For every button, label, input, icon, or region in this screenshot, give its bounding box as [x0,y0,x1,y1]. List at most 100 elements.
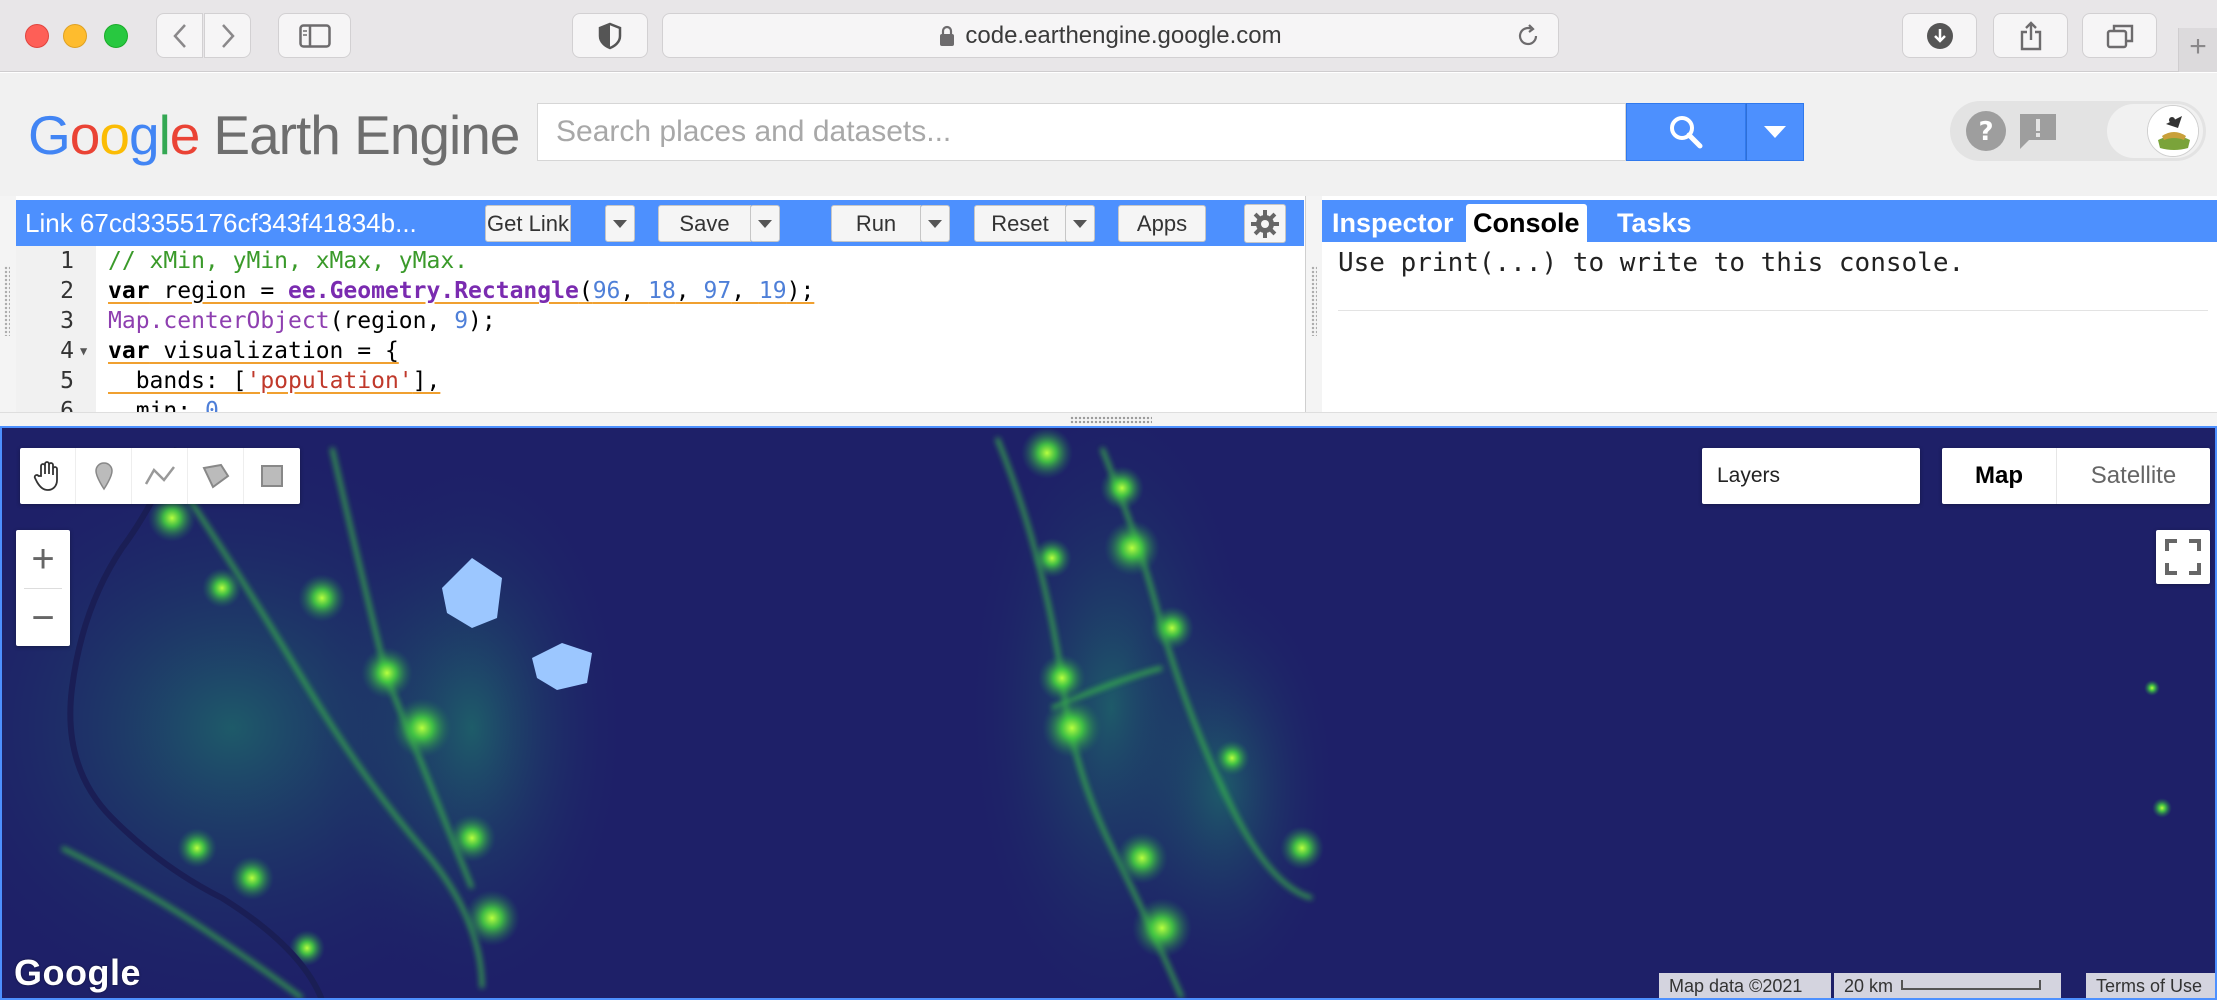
forward-button[interactable] [204,13,251,58]
map-type-control: Map Satellite [1942,448,2210,504]
city-glow [1214,740,1250,776]
city-glow [1104,520,1160,576]
save-dropdown[interactable] [750,205,780,242]
back-button[interactable] [156,13,203,58]
lock-icon [940,25,955,46]
close-window-button[interactable] [25,24,49,48]
tab-tasks[interactable]: Tasks [1610,204,1699,242]
editor-toolbar: Link 67cd3355176cf343f41834b... Get Link… [16,200,1304,246]
search-icon [1670,116,1703,149]
city-glow [2144,680,2160,696]
fold-toggle-icon[interactable]: ▼ [80,336,87,366]
feedback-button[interactable] [2016,109,2060,153]
city-glow [464,890,520,946]
line-number: 2 [60,278,74,304]
account-button[interactable] [2107,104,2203,158]
new-tab-button[interactable]: + [2178,28,2217,72]
city-glow [1150,606,1194,650]
sidebar-toggle-button[interactable] [278,13,351,58]
tab-console[interactable]: Console [1466,204,1587,242]
line-number-gutter: 1 2 3 4 ▼ 5 6 [16,246,96,412]
script-title[interactable]: Link 67cd3355176cf343f41834b... [25,200,417,246]
line-number: 6 [60,398,74,412]
tab-inspector[interactable]: Inspector [1325,204,1461,242]
search-button[interactable] [1626,103,1746,161]
chevron-left-icon [172,23,186,48]
run-dropdown[interactable] [920,205,950,242]
google-logo: Google [14,952,141,993]
zoom-controls: + − [16,530,70,646]
app-header: Google Earth Engine Search places and dat… [0,73,2217,196]
city-glow [1132,898,1192,958]
map-resize-handle[interactable] [0,412,2217,428]
shield-icon [598,22,622,49]
left-panel-resize-handle[interactable] [0,196,16,412]
terms-link[interactable]: Terms of Use [2086,973,2215,998]
line-number: 5 [60,368,74,394]
minimize-window-button[interactable] [63,24,87,48]
zoom-out-button[interactable]: − [16,589,70,647]
layers-button[interactable]: Layers [1702,448,1920,504]
share-button[interactable] [1993,13,2068,58]
reset-button[interactable]: Reset [974,205,1066,242]
code-editor[interactable]: 1 2 3 4 ▼ 5 6 // xMin, yMin, xMax, yMax.… [16,246,1304,412]
fullscreen-button[interactable] [2156,530,2210,584]
address-bar[interactable]: code.earthengine.google.com [662,13,1559,58]
scale-bar [1901,980,2042,991]
chevron-right-icon [221,23,235,48]
line-tool-button[interactable] [132,448,188,504]
city-glow [448,814,496,862]
city-glow [177,828,217,868]
map-type-map-button[interactable]: Map [1942,448,2056,504]
get-link-button[interactable]: Get Link [485,205,571,242]
caret-down-icon [758,219,772,228]
map-canvas[interactable]: + − Layers Map Satellite Google Map data… [0,428,2217,1000]
privacy-report-button[interactable] [572,13,648,58]
code-line: var region = ee.Geometry.Rectangle(96, 1… [108,278,815,304]
search-placeholder: Search places and datasets... [556,115,952,148]
settings-button[interactable] [1244,204,1286,243]
rectangle-tool-button[interactable] [244,448,300,504]
reset-dropdown[interactable] [1065,205,1095,242]
line-number: 1 [60,248,74,274]
sidebar-icon [298,23,331,48]
help-icon: ? [1966,111,2006,151]
save-button[interactable]: Save [658,205,751,242]
marker-tool-button[interactable] [76,448,132,504]
city-glow [202,568,242,608]
search-options-button[interactable] [1746,103,1804,161]
output-panel: Inspector Console Tasks Use print(...) t… [1306,196,2217,412]
earth-engine-logo[interactable]: Google Earth Engine [28,103,520,167]
caret-down-icon [613,219,627,228]
reload-icon[interactable] [1516,24,1540,55]
polygon-tool-button[interactable] [188,448,244,504]
city-glow [1021,428,1073,479]
scale-indicator[interactable]: 20 km [1834,973,2061,998]
tab-overview-button[interactable] [2082,13,2157,58]
run-button[interactable]: Run [831,205,921,242]
zoom-in-button[interactable]: + [16,530,70,588]
downloads-button[interactable] [1902,13,1977,58]
tabs-icon [2106,24,2133,48]
scale-label: 20 km [1844,976,1894,996]
city-glow [1100,466,1144,510]
rectangle-icon [261,465,283,487]
apps-button[interactable]: Apps [1118,205,1206,242]
map-type-satellite-button[interactable]: Satellite [2056,448,2210,504]
get-link-dropdown[interactable] [605,205,635,242]
city-glow [392,698,452,758]
middle-panel-resize-handle[interactable] [1306,196,1322,412]
avatar [2147,105,2199,157]
browser-window: code.earthengine.google.com + Google Eart… [0,0,2217,1000]
city-glow [1038,654,1086,702]
line-number: 3 [60,308,74,334]
pan-tool-button[interactable] [20,448,76,504]
city-glow [1116,832,1168,884]
city-glow [1042,698,1102,758]
search-input[interactable]: Search places and datasets... [537,103,1626,161]
help-button[interactable]: ? [1964,109,2008,153]
maximize-window-button[interactable] [104,24,128,48]
map-pin-icon [94,462,113,491]
city-glow [361,647,413,699]
gear-icon [1251,209,1279,238]
